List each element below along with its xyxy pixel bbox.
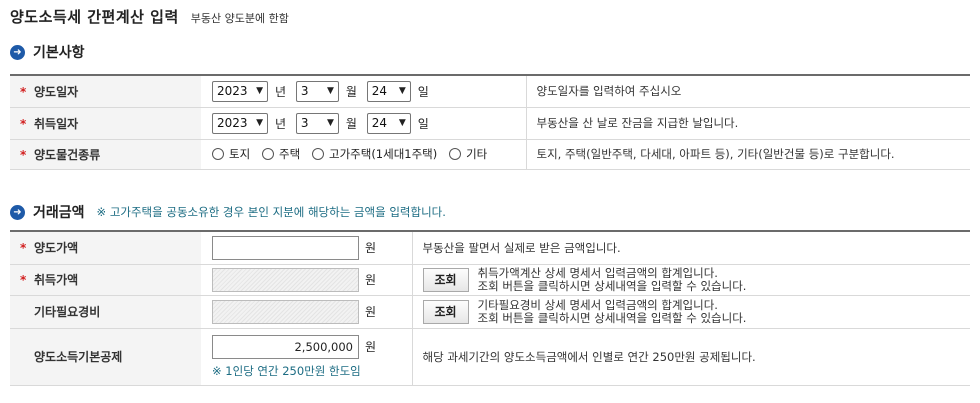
radio-other[interactable]: 기타: [449, 146, 487, 162]
acquisition-price-row: * 취득가액 원 조회 취득가액계산 상세 명세서 입력금액의 합계입니다. 조회 버…: [10, 264, 970, 296]
radio-land[interactable]: 토지: [212, 146, 250, 162]
sale-price-label: * 양도가액: [10, 230, 201, 265]
sale-price-row: * 양도가액 원 부동산을 팔면서 실제로 받은 금액입니다.: [10, 230, 970, 265]
acquisition-date-label: * 취득일자: [10, 107, 201, 140]
arrow-right-circle-icon: ➜: [10, 44, 25, 60]
transfer-year-select[interactable]: 2023 ▼: [212, 80, 268, 102]
acquisition-price-label: * 취득가액: [10, 264, 201, 296]
chevron-down-icon: ▼: [326, 118, 334, 128]
section-trade-title: 거래금액: [33, 205, 85, 221]
other-expense-lookup-button[interactable]: 조회: [422, 299, 469, 324]
sale-price-input[interactable]: [212, 235, 359, 260]
other-expense-cell: 원: [201, 295, 413, 329]
property-type-options: 토지 주택 고가주택(1세대1주택) 기타: [201, 139, 527, 170]
acquisition-date-desc: 부동산을 산 날로 잔금을 지급한 날입니다.: [526, 107, 970, 140]
other-expense-row: 기타필요경비 원 조회 기타필요경비 상세 명세서 입력금액의 합계입니다. 조회 …: [10, 295, 970, 329]
other-expense-input: [212, 299, 359, 324]
transfer-day-select[interactable]: 24 ▼: [366, 80, 411, 102]
other-expense-label: 기타필요경비: [10, 295, 201, 329]
property-type-label: * 양도물건종류: [10, 139, 201, 170]
section-trade-note: ※ 고가주택을 공동소유한 경우 본인 지분에 해당하는 금액을 입력합니다.: [96, 205, 446, 219]
sale-price-desc: 부동산을 팔면서 실제로 받은 금액입니다.: [412, 230, 970, 265]
property-type-desc: 토지, 주택(일반주택, 다세대, 아파트 등), 기타(일반건물 등)로 구분…: [526, 139, 970, 170]
chevron-down-icon: ▼: [398, 86, 406, 97]
basic-info-table: * 양도일자 2023 ▼ 년 3 ▼ 월 24 ▼ 일 양도일자를 입력하여 주십시오 * 취…: [10, 74, 970, 170]
acquisition-month-select[interactable]: 3 ▼: [295, 112, 339, 134]
transfer-month-select[interactable]: 3 ▼: [295, 80, 339, 102]
section-trade-heading: ➜ 거래금액 ※ 고가주택을 공동소유한 경우 본인 지분에 해당하는 금액을 …: [10, 202, 446, 222]
transfer-date-inputs: 2023 ▼ 년 3 ▼ 월 24 ▼ 일: [201, 74, 527, 108]
basic-deduction-input[interactable]: 2,500,000: [212, 334, 359, 359]
section-basic-title: 기본사항: [33, 45, 85, 61]
radio-luxury-house[interactable]: 고가주택(1세대1주택): [312, 146, 437, 162]
acquisition-year-select[interactable]: 2023 ▼: [212, 112, 268, 134]
chevron-down-icon: ▼: [326, 86, 334, 97]
property-type-row: * 양도물건종류 토지 주택 고가주택(1세대1주택) 기타 토지, 주택(일반주…: [10, 139, 970, 170]
transfer-date-row: * 양도일자 2023 ▼ 년 3 ▼ 월 24 ▼ 일 양도일자를 입력하여 주십시오: [10, 74, 970, 108]
basic-deduction-cell: 2,500,000 원 ※ 1인당 연간 250만원 한도임: [201, 328, 413, 386]
chevron-down-icon: ▼: [398, 118, 406, 128]
transfer-date-label: * 양도일자: [10, 74, 201, 108]
page-title: 양도소득세 간편계산 입력: [10, 8, 179, 26]
acquisition-date-inputs: 2023 ▼ 년 3 ▼ 월 24 ▼ 일: [201, 107, 527, 140]
basic-deduction-desc: 해당 과세기간의 양도소득금액에서 인별로 연간 250만원 공제됩니다.: [412, 328, 970, 386]
other-expense-desc: 조회 기타필요경비 상세 명세서 입력금액의 합계입니다. 조회 버튼을 클릭하시면…: [412, 295, 970, 329]
page-subtitle: 부동산 양도분에 한함: [190, 12, 289, 25]
sale-price-cell: 원: [201, 230, 413, 265]
acquisition-price-desc: 조회 취득가액계산 상세 명세서 입력금액의 합계입니다. 조회 버튼을 클릭하시면…: [412, 264, 970, 296]
acquisition-price-cell: 원: [201, 264, 413, 296]
section-basic-heading: ➜ 기본사항: [10, 42, 85, 62]
arrow-right-circle-icon: ➜: [10, 204, 25, 220]
acquisition-date-row: * 취득일자 2023 ▼ 년 3 ▼ 월 24 ▼ 일 부동산을 산 날로 잔금을 지급한 …: [10, 107, 970, 140]
basic-deduction-label: 양도소득기본공제: [10, 328, 201, 386]
chevron-down-icon: ▼: [256, 118, 263, 128]
basic-deduction-row: 양도소득기본공제 2,500,000 원 ※ 1인당 연간 250만원 한도임 해…: [10, 328, 970, 386]
deduction-limit-note: ※ 1인당 연간 250만원 한도임: [212, 363, 361, 378]
page-header: 양도소득세 간편계산 입력 부동산 양도분에 한함: [10, 6, 289, 28]
trade-amount-table: * 양도가액 원 부동산을 팔면서 실제로 받은 금액입니다. * 취득가액 원 조…: [10, 230, 970, 386]
chevron-down-icon: ▼: [256, 86, 263, 97]
acquisition-lookup-button[interactable]: 조회: [422, 267, 469, 292]
acquisition-day-select[interactable]: 24 ▼: [366, 112, 411, 134]
transfer-date-desc: 양도일자를 입력하여 주십시오: [526, 74, 970, 108]
acquisition-price-input: [212, 267, 359, 292]
radio-house[interactable]: 주택: [262, 146, 300, 162]
